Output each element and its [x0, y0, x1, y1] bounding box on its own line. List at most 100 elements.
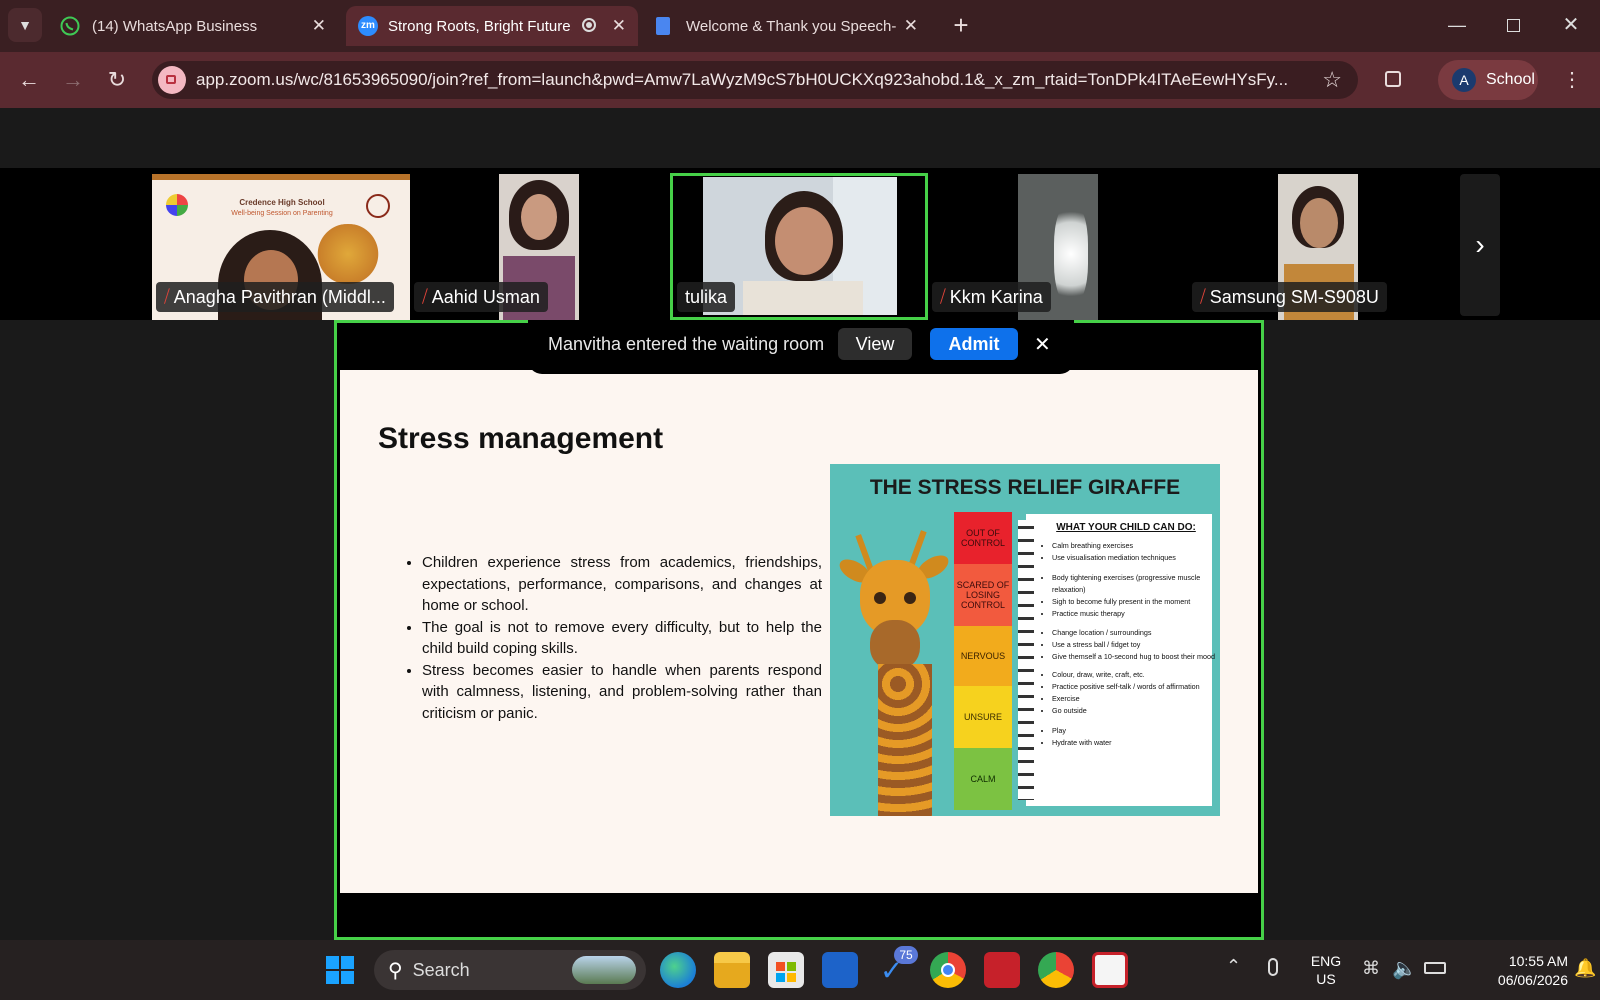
reload-icon: ↻ [107, 67, 127, 92]
tab-zoom-meeting[interactable]: zm Strong Roots, Bright Future: ✕ [346, 6, 638, 46]
recording-icon [582, 18, 596, 32]
notebook-items: Calm breathing exercises Use visualisati… [1042, 540, 1218, 749]
bullet-item: Stress becomes easier to handle when par… [422, 660, 822, 725]
back-button[interactable]: ← [12, 64, 46, 96]
bullet-item: Children experience stress from academic… [422, 552, 822, 617]
mic-muted-icon: ⧸ [164, 287, 170, 306]
todo-icon[interactable]: ✓ 75 [876, 946, 918, 988]
view-button[interactable]: View [838, 328, 912, 360]
volume-icon[interactable]: 🔈 [1392, 956, 1417, 981]
browser-menu-button[interactable]: ⋮ [1560, 64, 1584, 96]
next-participants-button[interactable]: › [1460, 174, 1500, 316]
close-icon[interactable]: ✕ [312, 16, 326, 36]
close-icon[interactable]: ✕ [1034, 332, 1051, 357]
arrow-left-icon: ← [18, 67, 40, 92]
person-face [1300, 198, 1338, 248]
participant-tile-active-speaker[interactable]: tulika [670, 173, 928, 320]
region-code: US [1316, 971, 1336, 987]
notebook-list-title: WHAT YOUR CHILD CAN DO: [1056, 522, 1196, 533]
restore-button[interactable] [1496, 10, 1530, 40]
tab-title: (14) WhatsApp Business [92, 17, 258, 35]
participant-name: Samsung SM-S908U [1209, 286, 1379, 307]
poster-title: THE STRESS RELIEF GIRAFFE [869, 476, 1181, 499]
chrome-profile-icon[interactable] [1038, 952, 1074, 988]
stress-relief-poster: THE STRESS RELIEF GIRAFFE OUT OF CONTROL… [830, 464, 1220, 816]
admit-button[interactable]: Admit [930, 328, 1018, 360]
list-item: Calm breathing exercises [1052, 540, 1218, 552]
restore-icon [1507, 19, 1520, 32]
taskbar-search-box[interactable]: ⚲ Search [374, 950, 646, 990]
mic-muted-icon: ⧸ [422, 287, 428, 306]
banner-subtitle: Well-being Session on Parenting [231, 210, 333, 217]
chrome-icon[interactable] [930, 952, 966, 988]
star-icon[interactable]: ☆ [1322, 67, 1342, 93]
tab-google-docs[interactable]: Welcome & Thank you Speech- ✕ [646, 6, 930, 46]
zoom-icon: zm [358, 16, 378, 36]
tab-search-button[interactable]: ▼ [8, 8, 42, 42]
clock[interactable]: 10:55 AM 06/06/2026 [1458, 952, 1568, 990]
clock-time: 10:55 AM [1508, 953, 1568, 969]
banner-stripe [152, 174, 410, 180]
tab-whatsapp[interactable]: (14) WhatsApp Business ✕ [52, 6, 338, 46]
participant-tile[interactable]: ⧸ Kkm Karina [932, 174, 1188, 320]
edge-icon[interactable] [660, 952, 696, 988]
slide-title: Stress management [378, 422, 664, 455]
notifications-icon[interactable]: 🔔 [1574, 958, 1596, 979]
app-icon[interactable] [822, 952, 858, 988]
start-button[interactable] [324, 954, 356, 986]
microphone-icon[interactable] [1268, 958, 1278, 976]
windows-icon [326, 956, 354, 984]
participant-name-label: ⧸ Aahid Usman [414, 282, 548, 312]
language-indicator[interactable]: ENG US [1308, 952, 1344, 988]
window-close-button[interactable]: ✕ [1554, 10, 1588, 40]
participant-tile[interactable]: ⧸ Samsung SM-S908U [1192, 174, 1448, 320]
docs-icon [656, 17, 670, 35]
whatsapp-icon [60, 16, 80, 36]
extensions-button[interactable] [1378, 64, 1410, 96]
close-icon[interactable]: ✕ [612, 16, 626, 36]
acrobat-icon[interactable] [984, 952, 1020, 988]
battery-icon[interactable] [1424, 962, 1446, 974]
participant-tile[interactable]: ⧸ Aahid Usman [414, 174, 664, 320]
list-item: Change location / surroundings [1052, 627, 1218, 639]
slide-bullets: Children experience stress from academic… [386, 552, 822, 724]
hand-logo [366, 194, 390, 218]
stress-level: OUT OF CONTROL [954, 512, 1012, 564]
file-explorer-icon[interactable] [714, 952, 750, 988]
new-tab-button[interactable]: + [946, 10, 976, 40]
minimize-button[interactable]: — [1440, 10, 1474, 40]
presentation-slide: Stress management Children experience st… [340, 370, 1258, 893]
participant-name: Aahid Usman [431, 286, 540, 307]
notebook-spiral [1018, 520, 1034, 800]
list-item: Use a stress ball / fidget toy [1052, 639, 1218, 651]
search-icon: ⚲ [388, 959, 403, 982]
active-app-icon[interactable] [1092, 952, 1128, 988]
participant-tile[interactable]: Credence High School Well-being Session … [152, 174, 410, 320]
banner-title: Credence High School [239, 198, 325, 207]
stress-level: UNSURE [954, 686, 1012, 748]
minimize-icon: — [1448, 15, 1466, 35]
url-text: app.zoom.us/wc/81653965090/join?ref_from… [196, 70, 1289, 89]
person-face [775, 207, 833, 275]
stress-level: NERVOUS [954, 626, 1012, 686]
microsoft-store-icon[interactable] [768, 952, 804, 988]
list-item: Body tightening exercises (progressive m… [1052, 572, 1218, 596]
chevron-up-icon[interactable]: ⌃ [1226, 956, 1241, 977]
search-highlight-image [572, 956, 636, 984]
close-icon[interactable]: ✕ [904, 16, 918, 36]
list-item: Go outside [1052, 705, 1218, 717]
wifi-icon[interactable]: ⌘ [1362, 958, 1380, 979]
screen-share-frame: Stress management Children experience st… [334, 320, 1264, 940]
participant-name-label: ⧸ Anagha Pavithran (Middl... [156, 282, 394, 312]
chevron-right-icon: › [1475, 229, 1485, 260]
reload-button[interactable]: ↻ [100, 64, 134, 96]
waiting-room-notification: Manvitha entered the waiting room View A… [528, 320, 1074, 374]
notification-badge: 75 [894, 946, 918, 964]
waiting-room-message: Manvitha entered the waiting room [548, 334, 825, 354]
browser-toolbar: ← → ↻ app.zoom.us/wc/81653965090/join?re… [0, 52, 1600, 108]
profile-button[interactable]: A School [1438, 60, 1538, 100]
stress-level: SCARED OF LOSING CONTROL [954, 564, 1012, 626]
forward-button[interactable]: → [56, 64, 90, 96]
list-item: Practice positive self-talk / words of a… [1052, 681, 1218, 693]
address-bar[interactable]: app.zoom.us/wc/81653965090/join?ref_from… [152, 61, 1358, 99]
